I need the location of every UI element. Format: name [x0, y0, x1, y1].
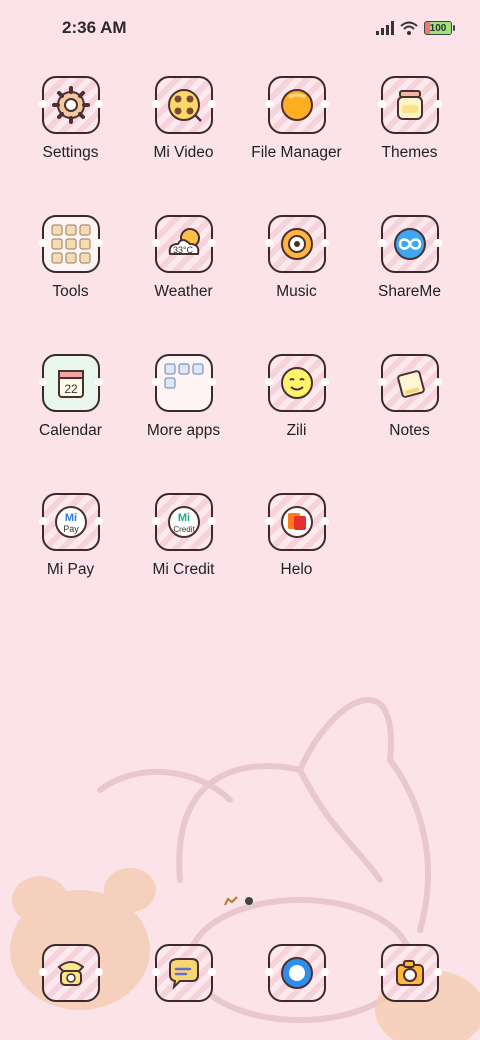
app-label: Settings [42, 144, 99, 161]
telephone-icon [57, 961, 84, 986]
app-label: Zili [286, 422, 307, 439]
calendar-day: 22 [64, 382, 78, 396]
app-file-manager[interactable]: File Manager [240, 72, 353, 211]
app-zili[interactable]: Zili [240, 350, 353, 489]
camera-icon [395, 960, 424, 986]
tools-folder-icon [51, 224, 90, 264]
app-calendar[interactable]: 22 Calendar [14, 350, 127, 489]
music-disc-icon [280, 228, 313, 260]
app-icon-tile[interactable]: 33°C [151, 215, 216, 273]
mi-credit-icon: Mi Credit [167, 506, 200, 538]
status-icons: 100 [376, 19, 455, 37]
app-label: Mi Video [153, 144, 214, 161]
page-indicator-icon [224, 896, 238, 906]
app-icon-tile[interactable] [151, 354, 216, 412]
app-helo[interactable]: Helo [240, 489, 353, 628]
app-icon-tile[interactable] [264, 493, 329, 551]
app-label: ShareMe [378, 283, 441, 300]
status-bar: 2:36 AM 100 [0, 0, 480, 56]
mi-pay-icon: Mi Pay [54, 506, 87, 538]
app-tools[interactable]: Tools [14, 211, 127, 350]
dock-camera[interactable] [353, 944, 466, 1002]
app-icon-tile[interactable] [151, 76, 216, 134]
folder-icon [280, 89, 313, 121]
dock-icon-tile[interactable] [151, 944, 216, 1002]
app-icon-tile[interactable] [38, 76, 103, 134]
app-icon-tile[interactable]: Mi Pay [38, 493, 103, 551]
app-label: File Manager [251, 144, 342, 161]
app-weather[interactable]: 33°C Weather [127, 211, 240, 350]
app-label: Weather [154, 283, 213, 300]
app-icon-tile[interactable] [377, 76, 442, 134]
page-dot-icon [245, 897, 253, 905]
mi-pay-text: Pay [63, 524, 79, 534]
app-label: Themes [381, 144, 438, 161]
infinity-icon [393, 228, 426, 260]
app-icon-tile[interactable] [38, 215, 103, 273]
app-label: Helo [280, 561, 313, 578]
app-label: Tools [52, 283, 89, 300]
calendar-icon: 22 [57, 370, 84, 398]
dock-messages[interactable] [127, 944, 240, 1002]
weather-cloud-icon: 33°C [168, 228, 200, 255]
app-notes[interactable]: Notes [353, 350, 466, 489]
app-label: More apps [146, 422, 221, 439]
app-mi-pay[interactable]: Mi Pay Mi Pay [14, 489, 127, 628]
notepad-icon [396, 370, 425, 398]
page-indicator [224, 896, 254, 906]
dock-icon-tile[interactable] [377, 944, 442, 1002]
status-time: 2:36 AM [62, 18, 127, 37]
zili-face-icon [280, 367, 313, 399]
app-label: Calendar [39, 422, 102, 439]
weather-temp: 33°C [172, 245, 193, 255]
app-icon-tile[interactable] [377, 354, 442, 412]
app-icon-tile[interactable] [264, 354, 329, 412]
mi-credit-text: Credit [173, 525, 195, 534]
app-mi-credit[interactable]: Mi Credit Mi Credit [127, 489, 240, 628]
dock-icon-tile[interactable] [38, 944, 103, 1002]
app-icon-tile[interactable]: Mi Credit [151, 493, 216, 551]
mi-pay-mi: Mi [64, 512, 76, 524]
dock-icon-tile[interactable] [264, 944, 329, 1002]
dock-browser[interactable] [240, 944, 353, 1002]
helo-icon [280, 506, 313, 538]
battery-level: 100 [429, 22, 447, 34]
app-label: Music [276, 283, 317, 300]
dock [14, 944, 466, 1002]
app-icon-tile[interactable] [264, 76, 329, 134]
message-bubble-icon [168, 958, 199, 990]
app-music[interactable]: Music [240, 211, 353, 350]
signal-icon [376, 21, 394, 35]
app-label: Mi Credit [152, 561, 215, 578]
wifi-icon [400, 21, 418, 35]
app-label: Notes [389, 422, 430, 439]
battery-icon: 100 [424, 21, 455, 35]
browser-icon [280, 957, 313, 989]
mi-credit-mi: Mi [177, 512, 189, 524]
app-mi-video[interactable]: Mi Video [127, 72, 240, 211]
app-settings[interactable]: Settings [14, 72, 127, 211]
gear-icon [51, 86, 90, 124]
film-reel-icon [167, 89, 202, 122]
dock-phone[interactable] [14, 944, 127, 1002]
app-more-apps[interactable]: More apps [127, 350, 240, 489]
jar-icon [396, 90, 423, 120]
app-icon-tile[interactable]: 22 [38, 354, 103, 412]
app-icon-tile[interactable] [377, 215, 442, 273]
app-shareme[interactable]: ShareMe [353, 211, 466, 350]
app-grid: Settings Mi Video File Manager Themes To… [14, 72, 466, 628]
app-icon-tile[interactable] [264, 215, 329, 273]
app-themes[interactable]: Themes [353, 72, 466, 211]
more-apps-folder-icon [164, 363, 203, 389]
app-label: Mi Pay [46, 561, 95, 578]
